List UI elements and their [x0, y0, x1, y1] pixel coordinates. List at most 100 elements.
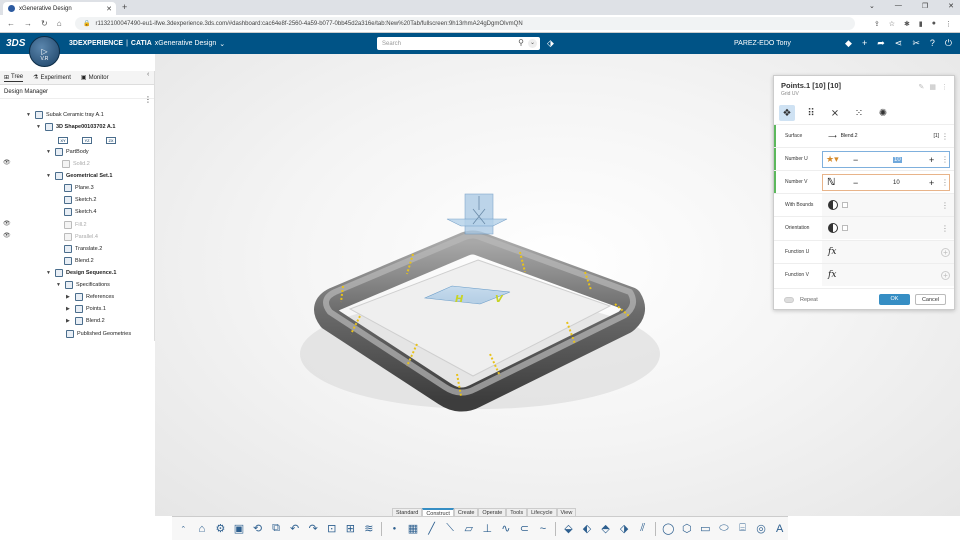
search-icon[interactable]: ⚲	[518, 38, 524, 47]
collapsed-icon[interactable]: ▶	[66, 318, 72, 324]
number-u-stepper[interactable]: ★▾ − 10 +	[822, 151, 950, 168]
home-icon[interactable]: ⌂	[57, 19, 62, 28]
cylinder-icon[interactable]: ⌸	[734, 520, 751, 537]
copy-icon[interactable]: ⧉	[268, 520, 285, 537]
expand-icon[interactable]: ▼	[46, 173, 52, 179]
redo-icon[interactable]: ↷	[305, 520, 322, 537]
arc-icon[interactable]: ⊂	[516, 520, 533, 537]
spiral-icon[interactable]: ◎	[753, 520, 770, 537]
more-options-icon[interactable]: ⋮	[941, 83, 948, 91]
polyline-icon[interactable]: ⟍	[442, 520, 459, 537]
tag-icon[interactable]: ⬗	[547, 38, 554, 49]
tree-item-references[interactable]: ▶ References	[66, 291, 114, 303]
cycle-icon[interactable]: ⟲	[249, 520, 266, 537]
line-icon[interactable]: ╱	[423, 520, 440, 537]
tree-item-partbody[interactable]: ▼ PartBody	[46, 146, 89, 158]
decrement-icon[interactable]: −	[853, 155, 858, 165]
curve-icon[interactable]: ~	[535, 520, 552, 537]
tree-item-parallel[interactable]: Parallel.4	[64, 231, 98, 243]
function-icon[interactable]: fx	[828, 270, 836, 280]
dot-grid-icon[interactable]: ⠿	[803, 105, 819, 121]
extrude-icon[interactable]: ⬖	[579, 520, 596, 537]
tree-item-sketch4[interactable]: Sketch.4	[64, 206, 96, 218]
tree-item-geoset[interactable]: ▼ Geometrical Set.1	[46, 170, 112, 182]
robot-manipulator[interactable]	[446, 193, 508, 235]
settings-icon[interactable]: ⚙	[212, 520, 229, 537]
sidebar-icon[interactable]: ▮	[919, 20, 923, 28]
star-icon[interactable]: ★▾	[826, 154, 839, 165]
share-icon[interactable]: ⇪	[874, 20, 880, 28]
more-options-icon[interactable]: ⋮	[144, 95, 152, 104]
more-options-icon[interactable]: ⋮	[941, 201, 949, 210]
add-icon[interactable]: +	[862, 38, 867, 49]
community-icon[interactable]: ⋖	[895, 38, 903, 49]
tools-icon[interactable]: ✂	[912, 38, 920, 49]
tree-item-specifications[interactable]: ▼ Specifications	[56, 279, 110, 291]
more-options-icon[interactable]: ⋮	[941, 178, 949, 187]
points-grid-icon[interactable]: ▦	[405, 520, 422, 537]
ok-button[interactable]: OK	[879, 294, 910, 305]
tree-item-translate[interactable]: Translate.2	[64, 243, 102, 255]
rectangle-icon[interactable]: ▭	[697, 520, 714, 537]
with-bounds-checkbox[interactable]	[842, 202, 848, 208]
tree-item-sketch2[interactable]: Sketch.2	[64, 194, 96, 206]
save-icon[interactable]: ▣	[231, 520, 248, 537]
menu-icon[interactable]: ⋮	[945, 20, 952, 28]
search-input[interactable]: Search ⚲ ⌄	[377, 37, 540, 50]
toggle-switch[interactable]	[784, 296, 794, 303]
url-field[interactable]: 🔒 r1132100047490-eu1-ifwe.3dexperience.3…	[75, 17, 855, 30]
function-icon[interactable]: fx	[828, 247, 836, 257]
back-icon[interactable]: ←	[7, 19, 15, 28]
axis-icon[interactable]: ⊥	[479, 520, 496, 537]
number-v-stepper[interactable]: ℕ − 10 +	[822, 174, 950, 191]
number-v-input[interactable]: 10	[893, 180, 900, 186]
increment-icon[interactable]: +	[929, 178, 934, 188]
sweep-icon[interactable]: ⬘	[597, 520, 614, 537]
repeat-toggle[interactable]: Repeat	[774, 296, 818, 303]
surface-icon[interactable]: ⬙	[560, 520, 577, 537]
hide-show-icon[interactable]: 👁	[3, 220, 11, 227]
expand-icon[interactable]: ▼	[46, 149, 52, 155]
capture-icon[interactable]: ⊡	[324, 520, 341, 537]
natural-numbers-icon[interactable]: ℕ	[827, 177, 835, 188]
star-icon[interactable]: ☆	[889, 20, 895, 28]
extensions-icon[interactable]: ✱	[904, 20, 910, 28]
pin-icon[interactable]: ✎	[919, 83, 925, 91]
close-window-icon[interactable]: ✕	[948, 2, 954, 10]
app-name[interactable]: 3DEXPERIENCE | CATIA xGenerative Design …	[69, 40, 225, 48]
xy-plane-icon[interactable]: XY	[58, 136, 68, 144]
increment-icon[interactable]: +	[929, 155, 934, 165]
more-options-icon[interactable]: ⋮	[941, 224, 949, 233]
plane-icon[interactable]: ▱	[460, 520, 477, 537]
expand-icon[interactable]: ▼	[26, 112, 32, 118]
blend-surface-icon[interactable]: ⬗	[616, 520, 633, 537]
profile-icon[interactable]: ●	[932, 20, 936, 28]
tree-item-blend[interactable]: Blend.2	[64, 255, 94, 267]
decrement-icon[interactable]: −	[853, 178, 858, 188]
hide-show-icon[interactable]: 👁	[3, 159, 11, 166]
collapse-panel-icon[interactable]: ‹	[147, 71, 149, 78]
expand-icon[interactable]: ▼	[36, 124, 42, 130]
grid-settings-icon[interactable]: ⊞	[342, 520, 359, 537]
minimize-icon[interactable]: —	[895, 2, 902, 10]
more-options-icon[interactable]: ⋮	[941, 155, 949, 164]
close-tab-icon[interactable]: ✕	[106, 5, 112, 13]
add-icon[interactable]: +	[941, 247, 950, 257]
orientation-checkbox[interactable]	[842, 225, 848, 231]
boolean-icon[interactable]	[828, 223, 838, 233]
circle-icon[interactable]: ◯	[660, 520, 677, 537]
tree-item-plane[interactable]: Plane.3	[64, 182, 94, 194]
hexagon-icon[interactable]: ⬡	[679, 520, 696, 537]
radial-points-icon[interactable]: ✺	[875, 105, 891, 121]
power-icon[interactable]: ⏻	[945, 38, 952, 49]
cross-grid-icon[interactable]: ⨯	[827, 105, 843, 121]
maximize-icon[interactable]: ❐	[922, 2, 928, 10]
chevron-down-icon[interactable]: ⌄	[869, 2, 875, 10]
compass-widget[interactable]: ▷ V.R	[29, 36, 60, 67]
yz-plane-icon[interactable]: YZ	[82, 136, 92, 144]
tree-item-solid[interactable]: Solid.2	[62, 158, 90, 170]
grid-uv-icon[interactable]: ❖	[779, 105, 795, 121]
undo-icon[interactable]: ↶	[286, 520, 303, 537]
expand-icon[interactable]: ▼	[56, 282, 62, 288]
tree-item-points[interactable]: ▶ Points.1	[66, 303, 106, 315]
